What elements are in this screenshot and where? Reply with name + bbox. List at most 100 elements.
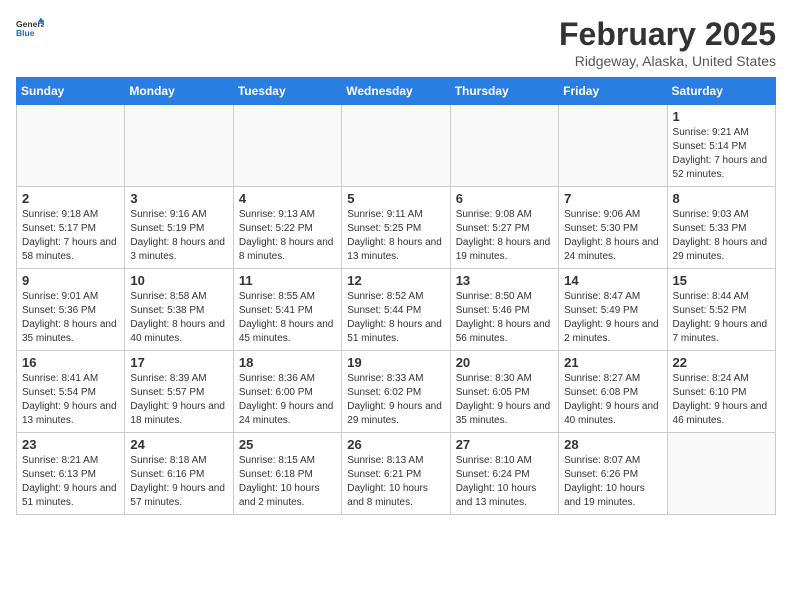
calendar-cell: 19Sunrise: 8:33 AM Sunset: 6:02 PM Dayli… — [342, 351, 450, 433]
calendar-cell — [342, 105, 450, 187]
calendar-cell: 8 Sunrise: 9:03 AM Sunset: 5:33 PM Daylig… — [667, 187, 775, 269]
header-friday: Friday — [559, 78, 667, 105]
logo-icon: General Blue — [16, 16, 44, 44]
day-number: 9 — [22, 273, 119, 288]
day-number: 4 — [239, 191, 336, 206]
day-info: Sunrise: 8:24 AM Sunset: 6:10 PM Dayligh… — [673, 372, 770, 428]
calendar-cell: 2 Sunrise: 9:18 AM Sunset: 5:17 PM Daylig… — [17, 187, 125, 269]
calendar-cell: 4 Sunrise: 9:13 AM Sunset: 5:22 PM Daylig… — [233, 187, 341, 269]
calendar-week-5: 23Sunrise: 8:21 AM Sunset: 6:13 PM Dayli… — [17, 433, 776, 515]
day-info: Sunrise: 9:11 AM Sunset: 5:25 PM Dayligh… — [347, 208, 444, 264]
calendar-cell: 12 Sunrise: 8:52 AM Sunset: 5:44 PM Dayli… — [342, 269, 450, 351]
calendar-cell: 18 Sunrise: 8:36 AM Sunset: 6:00 PM Dayli… — [233, 351, 341, 433]
svg-text:Blue: Blue — [16, 28, 35, 38]
day-number: 23 — [22, 437, 119, 452]
day-number: 20 — [456, 355, 553, 370]
day-info: Sunrise: 8:18 AM Sunset: 6:16 PM Dayligh… — [130, 454, 227, 510]
day-info: Sunrise: 8:13 AM Sunset: 6:21 PM Dayligh… — [347, 454, 444, 510]
calendar-cell: 9 Sunrise: 9:01 AM Sunset: 5:36 PM Daylig… — [17, 269, 125, 351]
calendar-header-row: Sunday Monday Tuesday Wednesday Thursday… — [17, 78, 776, 105]
day-info: Sunrise: 8:39 AM Sunset: 5:57 PM Dayligh… — [130, 372, 227, 428]
day-info: Sunrise: 9:08 AM Sunset: 5:27 PM Dayligh… — [456, 208, 553, 264]
header-tuesday: Tuesday — [233, 78, 341, 105]
day-info: Sunrise: 8:52 AM Sunset: 5:44 PM Dayligh… — [347, 290, 444, 346]
day-number: 15 — [673, 273, 770, 288]
day-info: Sunrise: 9:13 AM Sunset: 5:22 PM Dayligh… — [239, 208, 336, 264]
header-sunday: Sunday — [17, 78, 125, 105]
day-info: Sunrise: 9:21 AM Sunset: 5:14 PM Dayligh… — [673, 126, 770, 182]
day-info: Sunrise: 9:03 AM Sunset: 5:33 PM Dayligh… — [673, 208, 770, 264]
header-saturday: Saturday — [667, 78, 775, 105]
day-number: 13 — [456, 273, 553, 288]
day-info: Sunrise: 8:07 AM Sunset: 6:26 PM Dayligh… — [564, 454, 661, 510]
calendar-cell: 1 Sunrise: 9:21 AM Sunset: 5:14 PM Daylig… — [667, 105, 775, 187]
day-info: Sunrise: 8:47 AM Sunset: 5:49 PM Dayligh… — [564, 290, 661, 346]
day-info: Sunrise: 9:18 AM Sunset: 5:17 PM Dayligh… — [22, 208, 119, 264]
calendar-cell: 17 Sunrise: 8:39 AM Sunset: 5:57 PM Dayli… — [125, 351, 233, 433]
calendar-cell: 22 Sunrise: 8:24 AM Sunset: 6:10 PM Dayli… — [667, 351, 775, 433]
day-number: 6 — [456, 191, 553, 206]
calendar-cell — [17, 105, 125, 187]
calendar-cell: 28 Sunrise: 8:07 AM Sunset: 6:26 PM Dayli… — [559, 433, 667, 515]
day-info: Sunrise: 9:01 AM Sunset: 5:36 PM Dayligh… — [22, 290, 119, 346]
calendar-cell: 14 Sunrise: 8:47 AM Sunset: 5:49 PM Dayli… — [559, 269, 667, 351]
day-number: 1 — [673, 109, 770, 124]
day-info: Sunrise: 8:15 AM Sunset: 6:18 PM Dayligh… — [239, 454, 336, 510]
calendar-cell: 26Sunrise: 8:13 AM Sunset: 6:21 PM Dayli… — [342, 433, 450, 515]
day-number: 3 — [130, 191, 227, 206]
calendar-cell — [450, 105, 558, 187]
calendar-cell — [667, 433, 775, 515]
day-number: 18 — [239, 355, 336, 370]
day-number: 22 — [673, 355, 770, 370]
day-number: 27 — [456, 437, 553, 452]
day-info: Sunrise: 8:36 AM Sunset: 6:00 PM Dayligh… — [239, 372, 336, 428]
day-number: 12 — [347, 273, 444, 288]
calendar-cell — [233, 105, 341, 187]
day-number: 16 — [22, 355, 119, 370]
day-number: 14 — [564, 273, 661, 288]
day-number: 2 — [22, 191, 119, 206]
calendar-cell: 3 Sunrise: 9:16 AM Sunset: 5:19 PM Daylig… — [125, 187, 233, 269]
header-monday: Monday — [125, 78, 233, 105]
day-number: 7 — [564, 191, 661, 206]
calendar-cell — [125, 105, 233, 187]
calendar-cell: 15 Sunrise: 8:44 AM Sunset: 5:52 PM Dayli… — [667, 269, 775, 351]
day-number: 21 — [564, 355, 661, 370]
day-number: 17 — [130, 355, 227, 370]
logo: General Blue — [16, 16, 44, 44]
day-info: Sunrise: 8:41 AM Sunset: 5:54 PM Dayligh… — [22, 372, 119, 428]
calendar-cell: 25 Sunrise: 8:15 AM Sunset: 6:18 PM Dayli… — [233, 433, 341, 515]
calendar-cell: 24 Sunrise: 8:18 AM Sunset: 6:16 PM Dayli… — [125, 433, 233, 515]
calendar-cell: 6 Sunrise: 9:08 AM Sunset: 5:27 PM Daylig… — [450, 187, 558, 269]
day-number: 5 — [347, 191, 444, 206]
calendar-cell: 23Sunrise: 8:21 AM Sunset: 6:13 PM Dayli… — [17, 433, 125, 515]
day-number: 25 — [239, 437, 336, 452]
day-info: Sunrise: 8:58 AM Sunset: 5:38 PM Dayligh… — [130, 290, 227, 346]
day-info: Sunrise: 8:50 AM Sunset: 5:46 PM Dayligh… — [456, 290, 553, 346]
calendar-cell: 13 Sunrise: 8:50 AM Sunset: 5:46 PM Dayli… — [450, 269, 558, 351]
day-number: 11 — [239, 273, 336, 288]
calendar-cell: 11 Sunrise: 8:55 AM Sunset: 5:41 PM Dayli… — [233, 269, 341, 351]
day-info: Sunrise: 8:44 AM Sunset: 5:52 PM Dayligh… — [673, 290, 770, 346]
title-block: February 2025 Ridgeway, Alaska, United S… — [559, 16, 776, 69]
location: Ridgeway, Alaska, United States — [559, 53, 776, 69]
calendar-week-1: 1 Sunrise: 9:21 AM Sunset: 5:14 PM Daylig… — [17, 105, 776, 187]
calendar-week-2: 2 Sunrise: 9:18 AM Sunset: 5:17 PM Daylig… — [17, 187, 776, 269]
day-info: Sunrise: 9:06 AM Sunset: 5:30 PM Dayligh… — [564, 208, 661, 264]
day-number: 10 — [130, 273, 227, 288]
calendar-cell: 5 Sunrise: 9:11 AM Sunset: 5:25 PM Daylig… — [342, 187, 450, 269]
day-number: 24 — [130, 437, 227, 452]
calendar-cell: 16 Sunrise: 8:41 AM Sunset: 5:54 PM Dayli… — [17, 351, 125, 433]
page-header: General Blue February 2025 Ridgeway, Ala… — [16, 16, 776, 69]
calendar-week-4: 16 Sunrise: 8:41 AM Sunset: 5:54 PM Dayli… — [17, 351, 776, 433]
calendar-table: Sunday Monday Tuesday Wednesday Thursday… — [16, 77, 776, 515]
day-info: Sunrise: 8:33 AM Sunset: 6:02 PM Dayligh… — [347, 372, 444, 428]
day-info: Sunrise: 9:16 AM Sunset: 5:19 PM Dayligh… — [130, 208, 227, 264]
calendar-week-3: 9 Sunrise: 9:01 AM Sunset: 5:36 PM Daylig… — [17, 269, 776, 351]
day-number: 28 — [564, 437, 661, 452]
header-wednesday: Wednesday — [342, 78, 450, 105]
calendar-cell: 20Sunrise: 8:30 AM Sunset: 6:05 PM Dayli… — [450, 351, 558, 433]
calendar-cell: 10 Sunrise: 8:58 AM Sunset: 5:38 PM Dayli… — [125, 269, 233, 351]
day-number: 8 — [673, 191, 770, 206]
day-info: Sunrise: 8:55 AM Sunset: 5:41 PM Dayligh… — [239, 290, 336, 346]
